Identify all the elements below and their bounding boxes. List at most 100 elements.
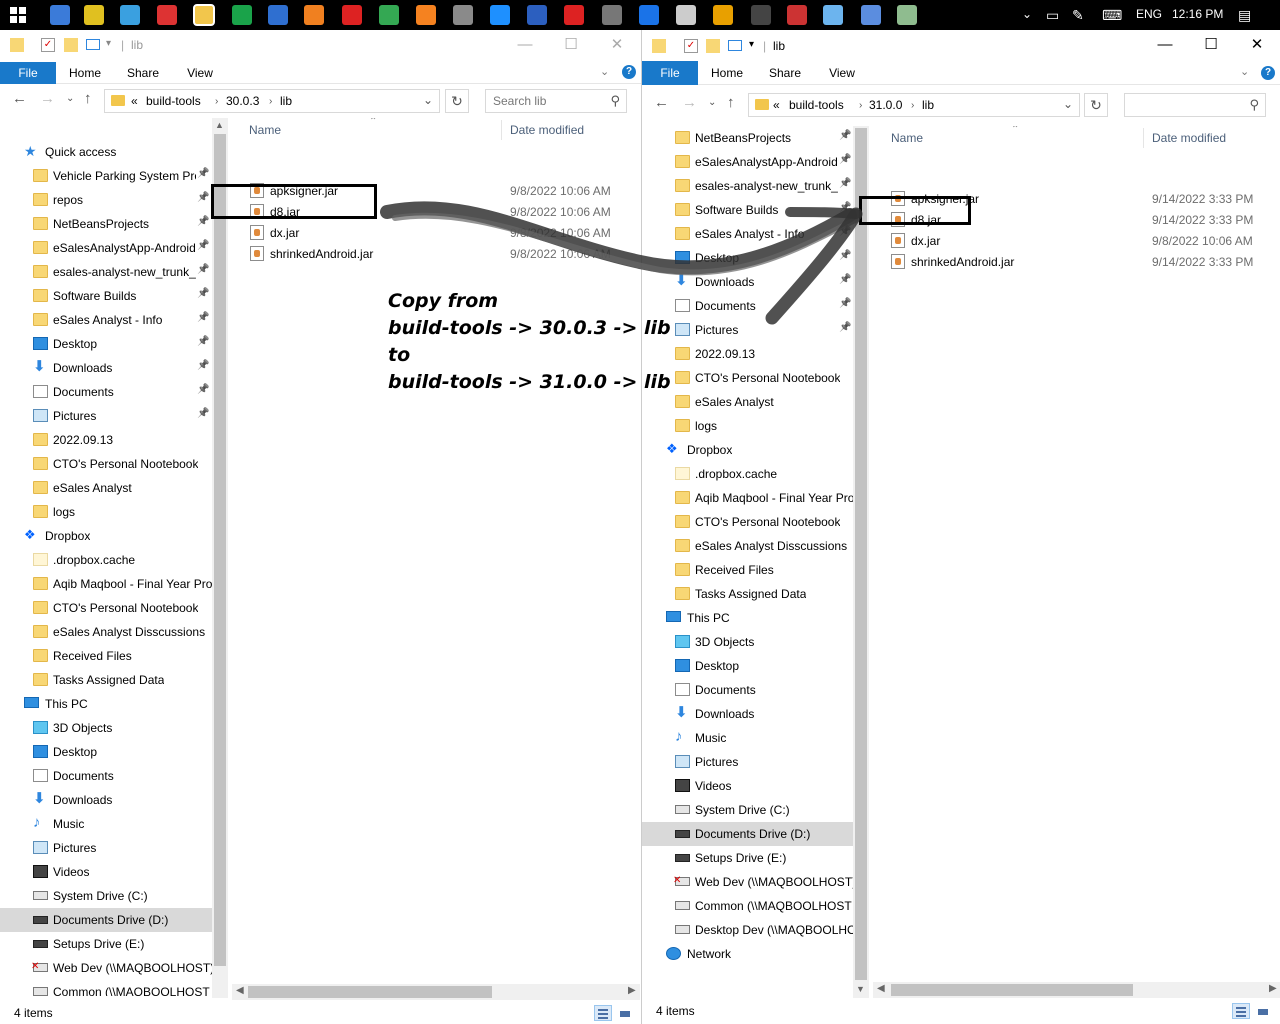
nav-item[interactable]: Desktop 📌 bbox=[642, 246, 854, 270]
scroll-right-arrow-icon[interactable]: ▶ bbox=[1269, 983, 1277, 994]
file-list[interactable]: Name ⌃ Date modified apksigner.jar 9/14/2… bbox=[871, 126, 1280, 982]
up-arrow-icon[interactable]: ↑ bbox=[727, 94, 735, 111]
file-row[interactable]: shrinkedAndroid.jar 9/8/2022 10:06 AM bbox=[230, 243, 640, 264]
scroll-thumb[interactable] bbox=[891, 984, 1133, 996]
filezilla-icon[interactable] bbox=[342, 5, 362, 25]
back-arrow-icon[interactable]: ← bbox=[654, 94, 669, 111]
nav-pane-scrollbar[interactable]: ▼ bbox=[853, 126, 869, 998]
scroll-thumb[interactable] bbox=[855, 128, 867, 980]
file-row[interactable]: dx.jar 9/8/2022 10:06 AM bbox=[230, 222, 640, 243]
app-icon-2[interactable] bbox=[84, 5, 104, 25]
edge-icon[interactable] bbox=[490, 5, 510, 25]
nav-pane-scrollbar[interactable]: ▲ bbox=[212, 118, 228, 998]
pin-icon[interactable]: 📌 bbox=[197, 216, 209, 227]
nav-item[interactable]: 2022.09.13 bbox=[642, 342, 854, 366]
file-list[interactable]: Name ⌃ Date modified apksigner.jar 9/8/20… bbox=[230, 118, 640, 980]
recent-locations-chevron-icon[interactable]: ⌄ bbox=[708, 97, 716, 108]
nav-item[interactable]: Pictures bbox=[0, 836, 212, 860]
nav-item[interactable]: Received Files bbox=[0, 644, 212, 668]
app-icon-15[interactable] bbox=[564, 5, 584, 25]
breadcrumb-version[interactable]: 31.0.0 bbox=[869, 98, 902, 112]
address-overflow[interactable]: « bbox=[131, 94, 138, 108]
nav-item[interactable]: Documents bbox=[642, 678, 854, 702]
chrome-icon[interactable] bbox=[379, 5, 399, 25]
maximize-button[interactable]: ☐ bbox=[548, 30, 594, 60]
nav-item[interactable]: System Drive (C:) bbox=[642, 798, 854, 822]
nav-item[interactable]: Tasks Assigned Data bbox=[642, 582, 854, 606]
nav-item[interactable]: NetBeansProjects 📌 bbox=[0, 212, 212, 236]
nav-item[interactable]: Tasks Assigned Data bbox=[0, 668, 212, 692]
tab-share[interactable]: Share bbox=[118, 62, 168, 84]
details-view-button[interactable] bbox=[594, 1005, 612, 1021]
scroll-thumb[interactable] bbox=[214, 134, 226, 966]
nav-item[interactable]: esales-analyst-new_trunk_e 📌 bbox=[0, 260, 212, 284]
nav-item[interactable]: CTO's Personal Nootebook bbox=[642, 366, 854, 390]
close-button[interactable]: ✕ bbox=[1234, 30, 1280, 60]
nav-item[interactable]: Aqib Maqbool - Final Year Pro bbox=[642, 486, 854, 510]
nav-item[interactable]: ★ Quick access bbox=[0, 140, 212, 164]
help-icon[interactable]: ? bbox=[1261, 66, 1275, 80]
forward-arrow-icon[interactable]: → bbox=[40, 90, 55, 107]
file-explorer-icon[interactable] bbox=[193, 4, 215, 26]
ribbon-expand-chevron-icon[interactable]: ⌄ bbox=[600, 65, 609, 78]
winrar-icon[interactable] bbox=[787, 5, 807, 25]
breadcrumb-chevron-icon[interactable]: › bbox=[911, 100, 914, 111]
nav-item[interactable]: ⬇ Downloads bbox=[0, 788, 212, 812]
tray-chevron-up-icon[interactable]: ⌄ bbox=[1022, 7, 1032, 21]
title-bar[interactable]: ✓ ▾ | lib — ☐ ✕ bbox=[642, 30, 1280, 62]
app-icon-23[interactable] bbox=[861, 5, 881, 25]
pin-icon[interactable]: 📌 bbox=[197, 336, 209, 347]
intellij-icon[interactable] bbox=[639, 5, 659, 25]
nav-item[interactable]: eSales Analyst Disscussions bbox=[642, 534, 854, 558]
calculator-icon[interactable] bbox=[453, 5, 473, 25]
breadcrumb-build-tools[interactable]: build-tools bbox=[789, 98, 844, 112]
file-list-horizontal-scrollbar[interactable]: ◀ ▶ bbox=[873, 982, 1280, 998]
nav-item[interactable]: Software Builds 📌 bbox=[0, 284, 212, 308]
nav-item[interactable]: repos 📌 bbox=[0, 188, 212, 212]
ribbon-expand-chevron-icon[interactable]: ⌄ bbox=[1240, 65, 1249, 78]
nav-item[interactable]: CTO's Personal Nootebook bbox=[0, 452, 212, 476]
pin-icon[interactable]: 📌 bbox=[839, 298, 851, 309]
pin-icon[interactable]: 📌 bbox=[839, 202, 851, 213]
nav-item[interactable]: ⬇ Downloads bbox=[642, 702, 854, 726]
app-icon-18[interactable] bbox=[676, 5, 696, 25]
tab-view[interactable]: View bbox=[817, 61, 867, 85]
pin-icon[interactable]: 📌 bbox=[839, 250, 851, 261]
cmd-icon[interactable] bbox=[751, 5, 771, 25]
nav-item[interactable]: eSales Analyst bbox=[0, 476, 212, 500]
file-list-horizontal-scrollbar[interactable]: ◀ ▶ bbox=[232, 984, 640, 1000]
breadcrumb-chevron-icon[interactable]: › bbox=[859, 100, 862, 111]
tab-home[interactable]: Home bbox=[702, 61, 752, 85]
nav-item[interactable]: Documents bbox=[0, 764, 212, 788]
pin-icon[interactable]: 📌 bbox=[197, 408, 209, 419]
back-arrow-icon[interactable]: ← bbox=[12, 90, 27, 107]
details-view-button[interactable] bbox=[1232, 1003, 1250, 1019]
nav-item[interactable]: Network bbox=[642, 942, 854, 966]
nav-item[interactable]: This PC bbox=[642, 606, 854, 630]
nav-item[interactable]: ♪ Music bbox=[0, 812, 212, 836]
app-icon-22[interactable] bbox=[823, 5, 843, 25]
column-header-date-modified[interactable]: Date modified bbox=[510, 118, 584, 142]
scroll-left-arrow-icon[interactable]: ◀ bbox=[236, 985, 244, 996]
quick-access-toolbar-icon[interactable] bbox=[728, 40, 742, 51]
large-icons-view-button[interactable] bbox=[616, 1005, 634, 1021]
properties-icon[interactable]: ✓ bbox=[684, 39, 698, 53]
address-dropdown-icon[interactable]: ⌄ bbox=[1063, 97, 1073, 111]
large-icons-view-button[interactable] bbox=[1254, 1003, 1272, 1019]
new-folder-icon[interactable] bbox=[64, 38, 78, 52]
app-icon-11[interactable] bbox=[416, 5, 436, 25]
nav-item[interactable]: Web Dev (\\MAQBOOLHOST) bbox=[642, 870, 854, 894]
app-icon-1[interactable] bbox=[50, 5, 70, 25]
breadcrumb-chevron-icon[interactable]: › bbox=[269, 96, 272, 107]
scroll-left-arrow-icon[interactable]: ◀ bbox=[877, 983, 885, 994]
nav-item[interactable]: Desktop bbox=[0, 740, 212, 764]
nav-item[interactable]: .dropbox.cache bbox=[642, 462, 854, 486]
nav-item[interactable]: 2022.09.13 bbox=[0, 428, 212, 452]
nav-item[interactable]: ⬇ Downloads 📌 bbox=[642, 270, 854, 294]
address-bar[interactable]: « build-tools › 30.0.3 › lib ⌄ bbox=[104, 89, 440, 113]
column-header-date-modified[interactable]: Date modified bbox=[1152, 126, 1226, 150]
recent-locations-chevron-icon[interactable]: ⌄ bbox=[66, 93, 74, 104]
kali-icon[interactable] bbox=[602, 5, 622, 25]
breadcrumb-chevron-icon[interactable]: › bbox=[215, 96, 218, 107]
app-icon-6[interactable] bbox=[232, 5, 252, 25]
